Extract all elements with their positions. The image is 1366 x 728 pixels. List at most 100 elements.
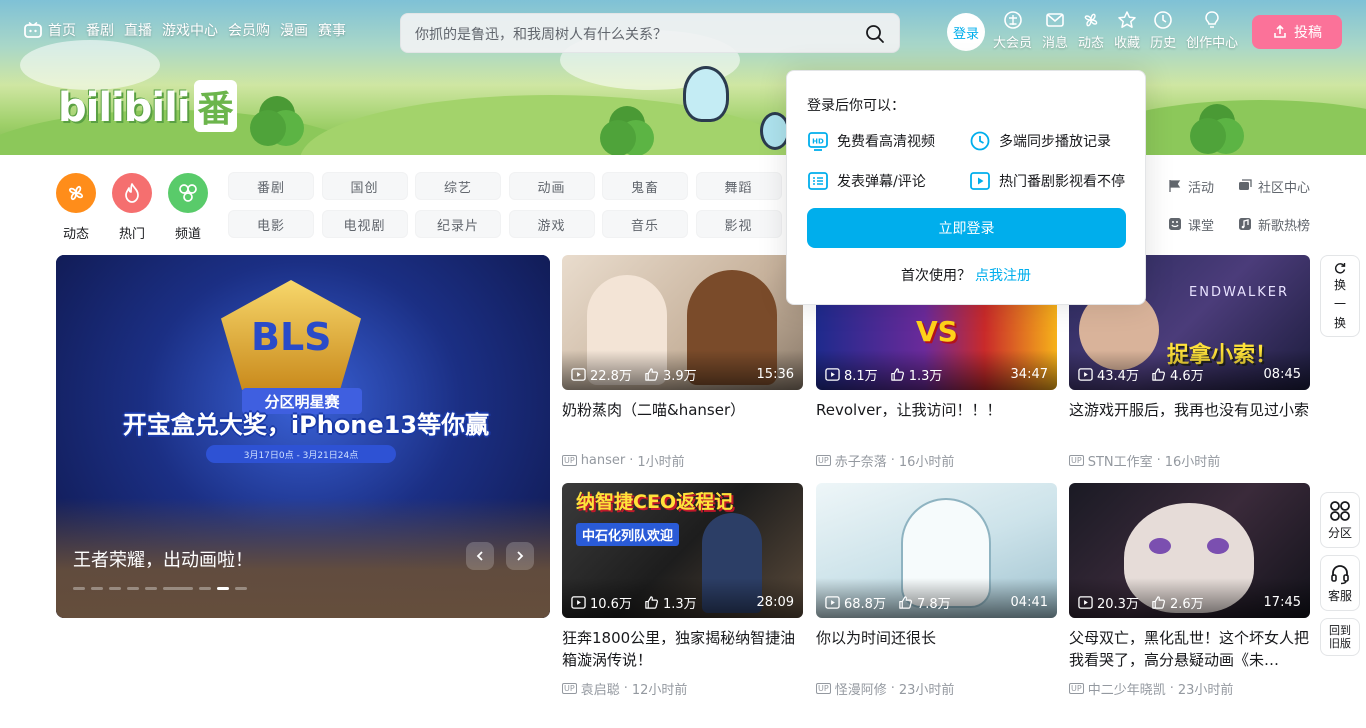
video-title[interactable]: 这游戏开服后，我再也没有见过小索 — [1069, 399, 1310, 443]
logo-text: bilibili — [58, 85, 191, 131]
video-meta[interactable]: UP 中二少年晓凯 · 23小时前 — [1069, 679, 1310, 698]
video-thumbnail[interactable]: 68.8万 7.8万 04:41 — [816, 483, 1057, 618]
nav-messages[interactable]: 消息 — [1042, 10, 1068, 51]
meta-separator: · — [623, 681, 628, 696]
video-stats: 68.8万 7.8万 04:41 — [825, 593, 1048, 612]
link-new-songs[interactable]: 新歌热榜 — [1238, 210, 1318, 238]
video-title[interactable]: 父母双亡，黑化乱世！这个坏女人把我看哭了，高分悬疑动画《未… — [1069, 627, 1310, 671]
channel-tag[interactable]: 综艺 — [415, 172, 501, 200]
banner-carousel[interactable]: BLS 分区明星赛 开宝盒兑大奖，iPhone13等你赢 3月17日0点 - 3… — [56, 255, 550, 618]
emblem-text: BLS — [251, 315, 332, 359]
feature-label: 免费看高清视频 — [837, 134, 935, 150]
upload-button[interactable]: 投稿 — [1252, 15, 1342, 49]
logo-fan-badge: 番 — [193, 80, 237, 132]
login-avatar-button[interactable]: 登录 — [947, 13, 985, 51]
nav-favorites[interactable]: 收藏 — [1114, 10, 1140, 51]
thumbs-up-icon — [645, 368, 658, 381]
video-card[interactable]: 纳智捷CEO返程记 中石化列队欢迎 10.6万 1.3万 28:09 狂奔180… — [562, 483, 803, 698]
link-classroom[interactable]: 课堂 — [1168, 210, 1238, 238]
carousel-prev-button[interactable] — [466, 542, 494, 570]
video-thumbnail[interactable]: 22.8万 3.9万 15:36 — [562, 255, 803, 390]
thumbs-up-icon — [899, 596, 912, 609]
carousel-dot[interactable] — [199, 587, 211, 590]
nav-mall[interactable]: 会员购 — [228, 20, 270, 40]
carousel-dot[interactable] — [109, 587, 121, 590]
video-thumbnail[interactable]: 纳智捷CEO返程记 中石化列队欢迎 10.6万 1.3万 28:09 — [562, 483, 803, 618]
customer-service-button[interactable]: 客服 — [1320, 555, 1360, 611]
video-meta[interactable]: UP STN工作室 · 16小时前 — [1069, 451, 1310, 470]
carousel-dot[interactable] — [235, 587, 247, 590]
feature-hd-video: HD 免费看高清视频 — [807, 130, 935, 152]
carousel-next-button[interactable] — [506, 542, 534, 570]
feature-sync-history: 多端同步播放记录 — [969, 130, 1111, 152]
channel-tag[interactable]: 电视剧 — [321, 210, 408, 238]
link-activity[interactable]: 活动 — [1168, 172, 1238, 200]
video-duration: 04:41 — [1010, 595, 1048, 610]
nav-manga[interactable]: 漫画 — [280, 20, 308, 40]
video-meta[interactable]: UP 赤子奈落 · 16小时前 — [816, 451, 1057, 470]
like-count: 1.3万 — [890, 365, 942, 384]
channel-right-links: 活动 社区中心 课堂 新歌热榜 — [1168, 172, 1318, 238]
like-count-value: 1.3万 — [662, 597, 697, 612]
nav-bangumi[interactable]: 番剧 — [86, 20, 114, 40]
search-icon[interactable] — [865, 24, 885, 44]
nav-home[interactable]: 首页 — [24, 20, 76, 40]
login-now-button[interactable]: 立即登录 — [807, 208, 1126, 248]
bilibili-logo[interactable]: bilibili 番 — [58, 80, 237, 132]
first-use-text: 首次使用？ — [901, 268, 971, 284]
old-version-button[interactable]: 回到 旧版 — [1320, 618, 1360, 656]
video-meta[interactable]: UP 怪漫阿修 · 23小时前 — [816, 679, 1057, 698]
carousel-dot-active[interactable] — [217, 587, 229, 590]
video-thumbnail[interactable]: 20.3万 2.6万 17:45 — [1069, 483, 1310, 618]
channel-tag[interactable]: 国创 — [321, 172, 408, 200]
video-card[interactable]: 22.8万 3.9万 15:36 奶粉蒸肉（二喵&hanser） UP hanse… — [562, 255, 803, 470]
nav-history[interactable]: 历史 — [1150, 10, 1176, 51]
up-badge-icon: UP — [816, 455, 831, 466]
video-title[interactable]: Revolver，让我访问！！！ — [816, 399, 1057, 443]
channel-channels[interactable]: 频道 — [163, 173, 213, 242]
video-title[interactable]: 狂奔1800公里，独家揭秘纳智捷油箱漩涡传说！ — [562, 627, 803, 671]
video-title[interactable]: 你以为时间还很长 — [816, 627, 1057, 671]
refresh-button[interactable]: 换 一 换 — [1320, 255, 1360, 337]
flag-icon — [1169, 180, 1181, 192]
carousel-dot[interactable] — [163, 587, 193, 590]
channel-hot[interactable]: 热门 — [107, 173, 157, 242]
video-card[interactable]: 20.3万 2.6万 17:45 父母双亡，黑化乱世！这个坏女人把我看哭了，高分… — [1069, 483, 1310, 698]
zone-button[interactable]: 分区 — [1320, 492, 1360, 548]
search-bar — [400, 13, 900, 53]
channel-dynamic[interactable]: 动态 — [51, 173, 101, 242]
channel-tag[interactable]: 电影 — [228, 210, 314, 238]
video-title[interactable]: 奶粉蒸肉（二喵&hanser） — [562, 399, 803, 443]
register-link[interactable]: 点我注册 — [975, 268, 1031, 284]
nav-esports[interactable]: 赛事 — [318, 20, 346, 40]
nav-live[interactable]: 直播 — [124, 20, 152, 40]
channel-tag[interactable]: 鬼畜 — [602, 172, 688, 200]
nav-dynamic[interactable]: 动态 — [1078, 10, 1104, 51]
channel-tag[interactable]: 纪录片 — [415, 210, 501, 238]
channel-tag[interactable]: 游戏 — [508, 210, 595, 238]
nav-game-center[interactable]: 游戏中心 — [162, 20, 218, 40]
channel-tag[interactable]: 番剧 — [228, 172, 314, 200]
carousel-caption[interactable]: 王者荣耀，出动画啦！ — [73, 546, 253, 572]
video-meta[interactable]: UP hanser · 1小时前 — [562, 451, 803, 470]
channel-tag[interactable]: 影视 — [695, 210, 782, 238]
video-card[interactable]: 68.8万 7.8万 04:41 你以为时间还很长 UP 怪漫阿修 · 23小时前 — [816, 483, 1057, 698]
carousel-dot[interactable] — [91, 587, 103, 590]
nav-creator-center[interactable]: 创作中心 — [1186, 10, 1238, 51]
channel-tag[interactable]: 音乐 — [602, 210, 688, 238]
clover-decoration — [1190, 118, 1226, 154]
nav-favorites-label: 收藏 — [1114, 36, 1141, 51]
channel-tag[interactable]: 动画 — [508, 172, 595, 200]
video-meta[interactable]: UP 袁启聪 · 12小时前 — [562, 679, 803, 698]
top-nav: 首页 番剧 直播 游戏中心 会员购 漫画 赛事 — [24, 20, 346, 40]
refresh-label: 换 — [1333, 277, 1346, 292]
carousel-dot[interactable] — [73, 587, 85, 590]
search-input[interactable] — [415, 23, 855, 45]
nav-vip[interactable]: 大会员 — [993, 10, 1032, 51]
carousel-dot[interactable] — [145, 587, 157, 590]
link-community[interactable]: 社区中心 — [1238, 172, 1318, 200]
video-time: 23小时前 — [1177, 683, 1234, 698]
carousel-dot[interactable] — [127, 587, 139, 590]
channel-channels-label: 频道 — [174, 227, 201, 242]
channel-tag[interactable]: 舞蹈 — [695, 172, 782, 200]
